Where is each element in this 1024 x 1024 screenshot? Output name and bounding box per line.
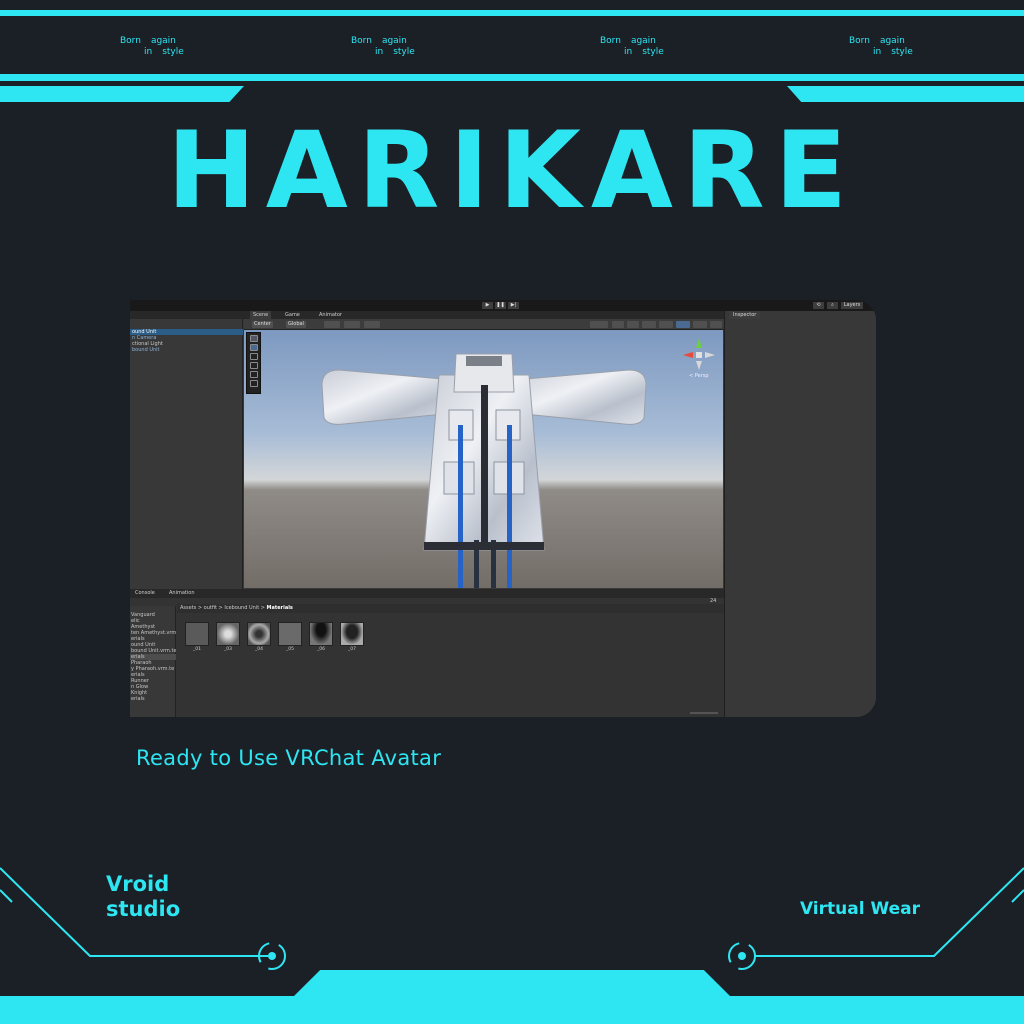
tagline-word: again [879, 36, 905, 46]
project-panel: Vanguard elic Amethyst ten Amethyst.vrm … [130, 598, 724, 717]
brand-title: HARIKARE [166, 109, 858, 232]
vroid-label-line: studio [106, 897, 181, 921]
tagline-word: Born [600, 36, 621, 46]
breadcrumb-item[interactable]: Assets [180, 605, 196, 611]
grid-icon[interactable] [344, 321, 360, 328]
step-button[interactable]: ▶| [508, 302, 519, 309]
material-thumbnail[interactable] [216, 622, 240, 646]
layers-dropdown[interactable]: Layers [841, 302, 863, 309]
material-thumbnail[interactable] [185, 622, 209, 646]
pause-button[interactable]: ❚❚ [495, 302, 506, 309]
project-tree: Vanguard elic Amethyst ten Amethyst.vrm … [130, 606, 176, 717]
size-slider[interactable] [690, 712, 718, 714]
material-thumbnail[interactable] [278, 622, 302, 646]
tagline: Born again in style [120, 36, 184, 58]
vroid-studio-label: Vroid studio [106, 872, 180, 922]
tab-inspector[interactable]: Inspector [729, 311, 761, 319]
material-label: _01 [193, 647, 201, 652]
editor-toolbar: ▶ ❚❚ ▶| ⟲ ⌕ Layers [130, 300, 876, 311]
material-label: _03 [224, 647, 232, 652]
tagline-word: in [375, 47, 384, 57]
grid-snap-icon[interactable] [324, 321, 340, 328]
tagline: Born again in style [351, 36, 415, 58]
breadcrumb-item[interactable]: Materials [267, 605, 293, 611]
shading-mode-icon[interactable] [590, 321, 608, 328]
material-label: _07 [348, 647, 356, 652]
hidden-objects-icon[interactable] [676, 321, 690, 328]
tagline-word: Born [849, 36, 870, 46]
header-bar [0, 74, 1024, 81]
tab-animation[interactable]: Animation [166, 589, 198, 598]
top-bar [0, 10, 1024, 16]
breadcrumb-item[interactable]: outfit [204, 605, 217, 611]
vroid-label-line: Vroid [106, 872, 170, 896]
audio-icon[interactable] [642, 321, 656, 328]
tree-item[interactable]: erials [130, 696, 176, 702]
2d-toggle-icon[interactable] [612, 321, 624, 328]
tagline-word: style [891, 47, 913, 57]
breadcrumb: Assets > outfit > Icebound Unit > Materi… [177, 604, 724, 613]
bottom-tabs: Console Animation [130, 589, 724, 606]
material-thumbnail[interactable] [309, 622, 333, 646]
orientation-gizmo-icon[interactable] [679, 334, 719, 374]
camera-icon[interactable] [693, 321, 707, 328]
tagline-word: in [873, 47, 882, 57]
jacket-model[interactable] [244, 330, 723, 588]
hierarchy-panel: ound Unit n Camera ctional Light bound U… [130, 319, 243, 589]
material-label: _05 [286, 647, 294, 652]
inspector-panel: Inspector [724, 311, 876, 717]
tagline-word: style [162, 47, 184, 57]
tagline-word: style [642, 47, 664, 57]
virtual-wear-label: Virtual Wear [799, 899, 920, 919]
hierarchy-item[interactable]: bound Unit [130, 347, 243, 353]
tagline-word: Born [351, 36, 372, 46]
tab-game[interactable]: Game [282, 311, 303, 319]
persp-label[interactable]: < Persp [689, 373, 709, 379]
history-icon[interactable]: ⟲ [813, 302, 824, 309]
bottom-bar [294, 970, 730, 996]
tagline-word: style [393, 47, 415, 57]
global-local-dropdown[interactable]: Global [286, 321, 306, 328]
tagline-word: again [630, 36, 656, 46]
tagline: Born again in style [849, 36, 913, 58]
tagline-word: in [144, 47, 153, 57]
material-label: _04 [255, 647, 263, 652]
breadcrumb-item[interactable]: Icebound Unit [224, 605, 259, 611]
tagline-word: again [381, 36, 407, 46]
scene-toolbar: Center Global [244, 319, 724, 330]
tab-console[interactable]: Console [132, 589, 158, 598]
header-left-wing [0, 86, 244, 102]
bottom-base-bar [0, 996, 1024, 1024]
unity-editor-screenshot: ▶ ❚❚ ▶| ⟲ ⌕ Layers Scene Game Animator o… [130, 300, 876, 717]
tagline-word: Born [120, 36, 141, 46]
material-thumbnail[interactable] [247, 622, 271, 646]
tab-scene[interactable]: Scene [250, 311, 272, 319]
tagline-word: again [150, 36, 176, 46]
pivot-center-dropdown[interactable]: Center [252, 321, 273, 328]
tagline: Born again in style [600, 36, 664, 58]
play-button[interactable]: ▶ [482, 302, 493, 309]
scene-viewport[interactable]: < Persp [244, 330, 723, 588]
header-right-wing [787, 86, 1024, 102]
effects-icon[interactable] [659, 321, 673, 328]
snap-increment-icon[interactable] [364, 321, 380, 328]
material-label: _06 [317, 647, 325, 652]
material-thumbnail[interactable] [340, 622, 364, 646]
item-count-badge: 24 [710, 598, 717, 604]
tagline-word: in [624, 47, 633, 57]
lighting-icon[interactable] [627, 321, 639, 328]
tab-animator[interactable]: Animator [316, 311, 345, 319]
gizmos-icon[interactable] [710, 321, 722, 328]
subtitle: Ready to Use VRChat Avatar [136, 746, 442, 770]
search-icon[interactable]: ⌕ [827, 302, 838, 309]
